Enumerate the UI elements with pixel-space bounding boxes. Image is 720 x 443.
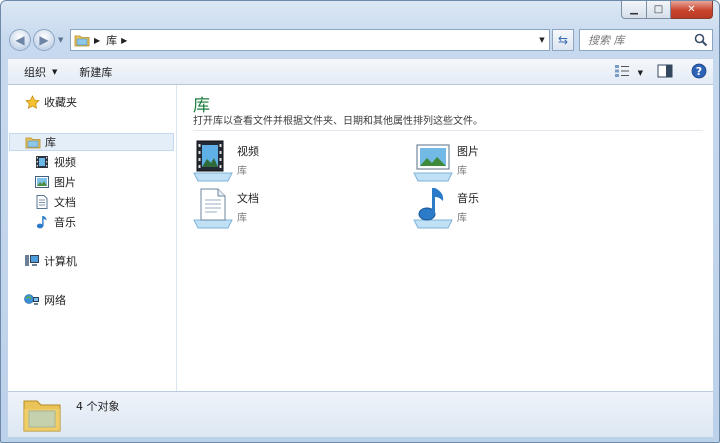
- back-button[interactable]: ◀: [9, 29, 31, 51]
- library-kind: 库: [237, 213, 247, 224]
- svg-text:?: ?: [696, 65, 702, 78]
- back-arrow-icon: ◀: [15, 33, 25, 47]
- library-name: 视频: [237, 145, 259, 158]
- library-item-music[interactable]: 音乐 库: [411, 186, 479, 230]
- help-button[interactable]: ?: [691, 63, 707, 82]
- recent-pages-dropdown-icon[interactable]: ▼: [58, 36, 63, 44]
- sidebar-label: 图片: [54, 176, 76, 189]
- sidebar-item-videos[interactable]: 视频: [34, 153, 76, 171]
- search-icon[interactable]: [694, 33, 708, 50]
- search-box[interactable]: [579, 29, 713, 51]
- chevron-down-icon[interactable]: ▼: [638, 69, 643, 77]
- picture-icon: [34, 174, 50, 190]
- sidebar-item-music[interactable]: 音乐: [34, 213, 76, 231]
- new-library-label: 新建库: [79, 65, 113, 79]
- change-view-button[interactable]: ▼: [614, 64, 643, 81]
- refresh-button[interactable]: ⇆: [552, 29, 574, 51]
- view-controls: ▼ ?: [600, 59, 707, 86]
- preview-pane-icon: [657, 64, 673, 81]
- sidebar-label: 库: [45, 136, 56, 149]
- breadcrumb-separator-icon[interactable]: ▶: [121, 36, 127, 45]
- sidebar-item-pictures[interactable]: 图片: [34, 173, 76, 191]
- library-folder-icon: [22, 395, 62, 438]
- refresh-icon: ⇆: [557, 33, 569, 47]
- content-pane: 库 打开库以查看文件并根据文件夹、日期和其他属性排列这些文件。 视频 库 图片 …: [177, 85, 713, 391]
- pictures-library-icon: [411, 139, 455, 183]
- breadcrumb-library[interactable]: 库: [106, 32, 117, 48]
- view-options-icon: [614, 64, 630, 81]
- sidebar-item-computer[interactable]: 计算机: [24, 252, 77, 270]
- document-icon: [34, 194, 50, 210]
- sidebar-label: 音乐: [54, 216, 76, 229]
- network-icon: [24, 292, 40, 308]
- library-kind: 库: [237, 166, 247, 177]
- page-description: 打开库以查看文件并根据文件夹、日期和其他属性排列这些文件。: [193, 116, 483, 127]
- breadcrumb-separator-icon[interactable]: ▶: [94, 36, 100, 45]
- sidebar-item-library[interactable]: 库: [9, 133, 174, 151]
- forward-button[interactable]: ▶: [33, 29, 55, 51]
- library-folder-icon: [25, 134, 41, 150]
- details-pane: 4 个对象: [8, 391, 713, 437]
- sidebar-item-favorites[interactable]: 收藏夹: [24, 93, 77, 111]
- preview-pane-button[interactable]: [657, 64, 673, 81]
- library-name: 音乐: [457, 192, 479, 205]
- organize-button[interactable]: 组织 ▼: [16, 58, 65, 85]
- forward-arrow-icon: ▶: [39, 33, 49, 47]
- chevron-down-icon: ▼: [52, 67, 58, 76]
- maximize-button[interactable]: □: [647, 1, 671, 19]
- library-name: 文档: [237, 192, 259, 205]
- close-button[interactable]: ✕: [671, 1, 713, 19]
- library-item-videos[interactable]: 视频 库: [191, 139, 259, 183]
- library-item-pictures[interactable]: 图片 库: [411, 139, 479, 183]
- divider: [193, 130, 703, 131]
- sidebar-label: 网络: [44, 294, 66, 307]
- help-icon: ?: [691, 63, 707, 82]
- explorer-window: ▁ □ ✕ ◀ ▶ ▼ ▶ 库 ▶ ▼ ⇆ 搜索 库 组织 ▼ 新建库 ▼ ? …: [0, 0, 720, 443]
- music-note-icon: [34, 214, 50, 230]
- minimize-button[interactable]: ▁: [621, 1, 647, 19]
- sidebar-label: 视频: [54, 156, 76, 169]
- library-kind: 库: [457, 213, 467, 224]
- navigation-pane: 收藏夹 库 视频 图片 文档 音乐 计算机 网络: [8, 85, 177, 391]
- new-library-button[interactable]: 新建库: [71, 58, 120, 85]
- library-item-documents[interactable]: 文档 库: [191, 186, 259, 230]
- sidebar-label: 收藏夹: [44, 96, 77, 109]
- star-icon: [24, 94, 40, 110]
- library-folder-icon: [74, 33, 90, 47]
- command-bar: 组织 ▼ 新建库 ▼ ?: [8, 58, 713, 85]
- sidebar-label: 文档: [54, 196, 76, 209]
- navigation-buttons: ◀ ▶ ▼: [9, 29, 63, 51]
- address-bar[interactable]: ▶ 库 ▶ ▼: [70, 29, 550, 51]
- address-dropdown-icon[interactable]: ▼: [535, 30, 549, 50]
- sidebar-item-documents[interactable]: 文档: [34, 193, 76, 211]
- caption-buttons: ▁ □ ✕: [621, 1, 713, 19]
- sidebar-label: 计算机: [44, 255, 77, 268]
- library-kind: 库: [457, 166, 467, 177]
- search-input[interactable]: [588, 31, 692, 49]
- film-icon: [34, 154, 50, 170]
- documents-library-icon: [191, 186, 235, 230]
- music-library-icon: [411, 186, 455, 230]
- organize-label: 组织: [24, 65, 46, 79]
- item-count: 4 个对象: [76, 400, 120, 413]
- library-name: 图片: [457, 145, 479, 158]
- sidebar-item-network[interactable]: 网络: [24, 291, 66, 309]
- computer-icon: [24, 253, 40, 269]
- video-library-icon: [191, 139, 235, 183]
